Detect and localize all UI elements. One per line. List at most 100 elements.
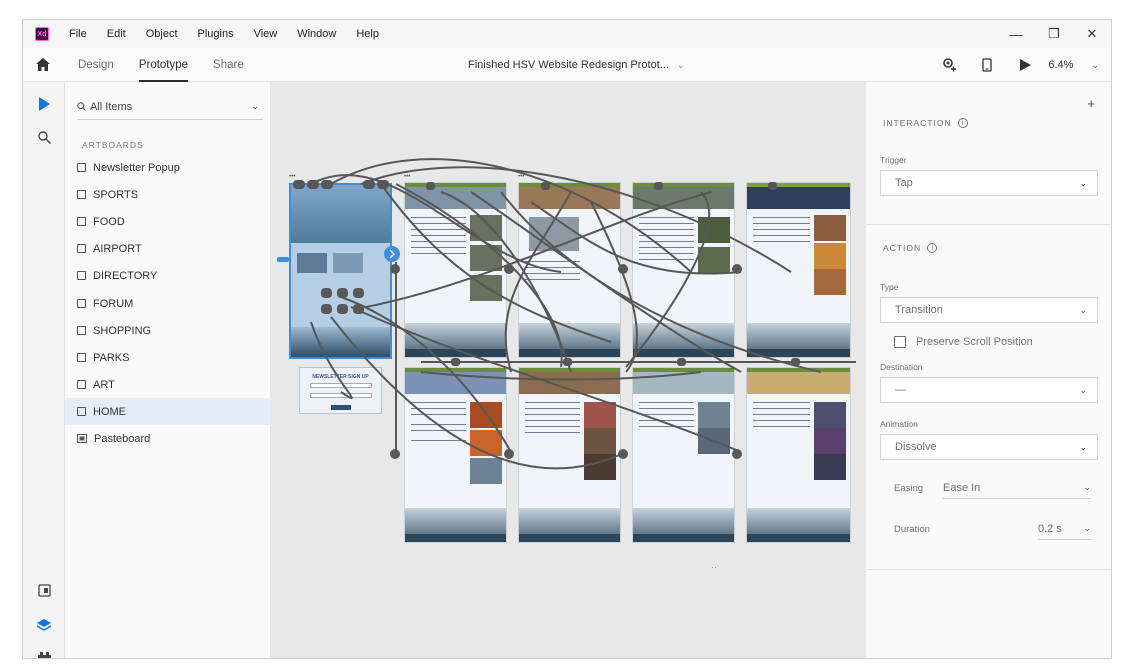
window-controls: — ❐ ✕ — [997, 20, 1111, 48]
menu-edit[interactable]: Edit — [107, 28, 126, 40]
chevron-down-icon: ⌄ — [676, 59, 685, 70]
easing-dropdown[interactable]: Ease In ⌄ — [943, 477, 1091, 499]
chevron-down-icon[interactable]: ⌄ — [1091, 60, 1099, 71]
layer-item-sports[interactable]: SPORTS — [65, 181, 271, 208]
preserve-scroll-label: Preserve Scroll Position — [916, 336, 1033, 348]
prototype-wires — [277, 158, 856, 470]
menu-object[interactable]: Object — [146, 28, 178, 40]
layer-item-food[interactable]: FOOD — [65, 208, 271, 235]
trigger-dropdown[interactable]: Tap ⌄ — [880, 170, 1098, 196]
layer-item-home[interactable]: HOME — [65, 398, 271, 425]
mode-bar: Design Prototype Share Finished HSV Webs… — [23, 48, 1111, 82]
artboard-more-menu[interactable]: ••• — [404, 174, 410, 180]
animation-dropdown[interactable]: Dissolve ⌄ — [880, 434, 1098, 460]
layer-label: SPORTS — [93, 188, 139, 201]
layers-icon[interactable] — [23, 619, 65, 631]
menu-help[interactable]: Help — [356, 28, 379, 40]
artboard-icon — [77, 217, 86, 226]
layer-label: DIRECTORY — [93, 269, 158, 282]
zoom-level[interactable]: 6.4% — [1048, 59, 1073, 71]
xd-logo-icon: Xd — [35, 27, 49, 41]
canvas[interactable]: NEWSLETTER SIGN UP ••• ••• ••• ·· — [271, 82, 866, 658]
artboard-icon — [77, 353, 86, 362]
layer-item-newsletter-popup[interactable]: Newsletter Popup — [65, 154, 271, 181]
layers-filter[interactable]: All Items ⌄ — [77, 94, 263, 120]
layer-item-shopping[interactable]: SHOPPING — [65, 317, 271, 344]
chevron-down-icon: ⌄ — [1079, 441, 1087, 452]
layer-item-directory[interactable]: DIRECTORY — [65, 262, 271, 289]
layer-item-art[interactable]: ART — [65, 371, 271, 398]
duration-dropdown[interactable]: 0.2 s ⌄ — [1038, 518, 1091, 540]
layer-label: SHOPPING — [93, 324, 152, 337]
app-window: Xd File Edit Object Plugins View Window … — [22, 19, 1112, 659]
layer-label: Newsletter Popup — [93, 161, 180, 174]
minimize-button[interactable]: — — [997, 20, 1035, 48]
layer-label: AIRPORT — [93, 242, 142, 255]
duration-label: Duration — [894, 523, 930, 535]
info-icon[interactable]: i — [927, 243, 938, 253]
artboard-icon — [77, 190, 86, 199]
easing-value: Ease In — [943, 481, 981, 494]
document-title[interactable]: Finished HSV Website Redesign Protot... … — [468, 48, 685, 82]
layer-label: FOOD — [93, 215, 125, 228]
layer-item-pasteboard[interactable]: Pasteboard — [65, 425, 271, 452]
chevron-down-icon: ⌄ — [1079, 177, 1087, 188]
left-toolbar — [23, 82, 65, 658]
type-dropdown[interactable]: Transition ⌄ — [880, 297, 1098, 323]
plugins-icon[interactable] — [23, 652, 65, 658]
type-label: Type — [880, 282, 899, 292]
zoom-tool-icon[interactable] — [23, 131, 65, 144]
chevron-down-icon: ⌄ — [251, 101, 259, 111]
layer-item-parks[interactable]: PARKS — [65, 344, 271, 371]
document-title-text: Finished HSV Website Redesign Protot... — [468, 59, 669, 71]
chevron-down-icon: ⌄ — [1079, 304, 1087, 315]
artboards-section-label: ARTBOARDS — [82, 140, 144, 150]
share-user-icon[interactable] — [930, 58, 968, 72]
select-tool-icon[interactable] — [23, 97, 65, 111]
artboard-more-menu[interactable]: ••• — [518, 174, 524, 180]
chevron-down-icon: ⌄ — [1083, 523, 1091, 533]
layers-filter-label: All Items — [90, 100, 133, 113]
destination-value: — — [895, 384, 906, 396]
animation-value: Dissolve — [895, 441, 937, 453]
type-value: Transition — [895, 304, 943, 316]
layer-label: PARKS — [93, 351, 130, 364]
menu-view[interactable]: View — [254, 28, 278, 40]
artboard-icon — [77, 244, 86, 253]
assets-icon[interactable] — [23, 584, 65, 597]
layers-panel: All Items ⌄ ARTBOARDS Newsletter Popup S… — [65, 82, 271, 658]
artboard-icon — [77, 163, 86, 172]
artboard-icon — [77, 271, 86, 280]
device-preview-icon[interactable] — [968, 58, 1006, 72]
layer-item-forum[interactable]: FORUM — [65, 290, 271, 317]
trigger-label: Trigger — [880, 155, 907, 165]
info-icon[interactable]: i — [957, 118, 968, 128]
destination-dropdown[interactable]: — ⌄ — [880, 377, 1098, 403]
preserve-scroll-row[interactable]: Preserve Scroll Position — [894, 336, 1033, 348]
easing-label: Easing — [894, 482, 924, 494]
close-button[interactable]: ✕ — [1073, 20, 1111, 48]
layer-label: ART — [93, 378, 115, 391]
play-icon[interactable] — [1006, 59, 1044, 71]
tab-design[interactable]: Design — [78, 48, 114, 82]
layer-item-airport[interactable]: AIRPORT — [65, 235, 271, 262]
restore-button[interactable]: ❐ — [1035, 20, 1073, 48]
preserve-scroll-checkbox[interactable] — [894, 336, 906, 348]
add-interaction-icon[interactable]: + — [1087, 96, 1095, 111]
home-icon[interactable] — [23, 58, 63, 71]
layer-label: FORUM — [93, 297, 134, 310]
artboard-more-menu[interactable]: ••• — [289, 174, 295, 180]
menu-file[interactable]: File — [69, 28, 87, 40]
artboard-icon — [77, 407, 86, 416]
tab-share[interactable]: Share — [213, 48, 244, 82]
tab-prototype[interactable]: Prototype — [138, 48, 189, 82]
artboard-icon — [77, 299, 86, 308]
artboard-icon — [77, 326, 86, 335]
pasteboard-icon — [77, 434, 87, 443]
interaction-header: INTERACTION i — [883, 118, 968, 128]
menu-window[interactable]: Window — [297, 28, 336, 40]
menu-plugins[interactable]: Plugins — [198, 28, 234, 40]
destination-label: Destination — [880, 362, 923, 372]
artboard-icon — [77, 380, 86, 389]
chevron-down-icon: ⌄ — [1083, 482, 1091, 492]
